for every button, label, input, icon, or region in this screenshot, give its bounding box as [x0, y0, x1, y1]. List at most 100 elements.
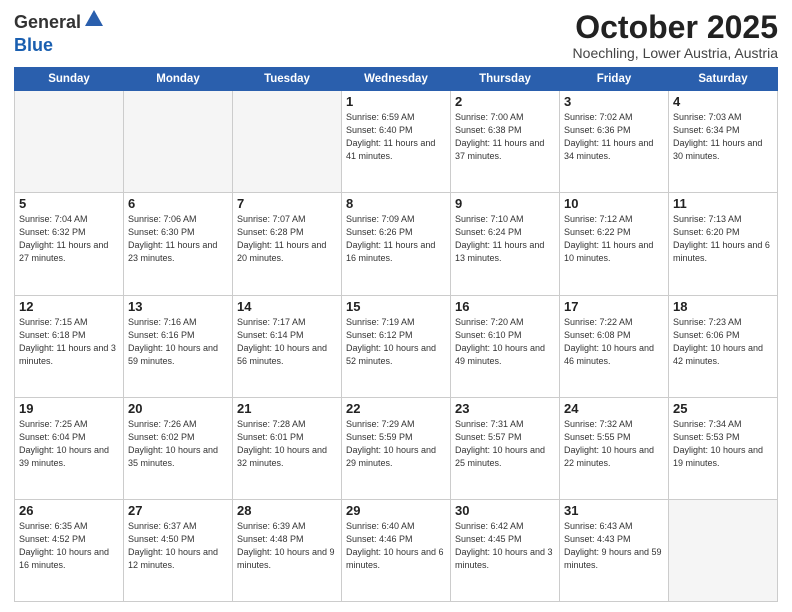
calendar-cell: 3Sunrise: 7:02 AMSunset: 6:36 PMDaylight…: [560, 91, 669, 193]
day-detail: Sunrise: 7:15 AMSunset: 6:18 PMDaylight:…: [19, 316, 119, 368]
day-number: 6: [128, 196, 228, 211]
day-number: 16: [455, 299, 555, 314]
day-detail: Sunrise: 7:23 AMSunset: 6:06 PMDaylight:…: [673, 316, 773, 368]
calendar-cell: 8 Sunrise: 7:09 AMSunset: 6:26 PMDaylight…: [342, 193, 451, 295]
day-number: 11: [673, 196, 773, 211]
logo-blue-text: Blue: [14, 35, 53, 56]
calendar-cell: 13 Sunrise: 7:16 AMSunset: 6:16 PMDayligh…: [124, 295, 233, 397]
day-number: 19: [19, 401, 119, 416]
day-detail: Sunrise: 7:20 AMSunset: 6:10 PMDaylight:…: [455, 316, 555, 368]
calendar-cell: 9Sunrise: 7:10 AMSunset: 6:24 PMDaylight…: [451, 193, 560, 295]
day-detail: Sunrise: 7:34 AMSunset: 5:53 PMDaylight:…: [673, 418, 773, 470]
day-number: 31: [564, 503, 664, 518]
calendar-cell: 23Sunrise: 7:31 AMSunset: 5:57 PMDayligh…: [451, 397, 560, 499]
day-number: 24: [564, 401, 664, 416]
calendar-cell: 18 Sunrise: 7:23 AMSunset: 6:06 PMDayligh…: [669, 295, 778, 397]
day-detail: Sunrise: 7:09 AMSunset: 6:26 PMDaylight:…: [346, 213, 446, 265]
day-detail: Sunrise: 7:04 AMSunset: 6:32 PMDaylight:…: [19, 213, 119, 265]
calendar-cell: 4 Sunrise: 7:03 AMSunset: 6:34 PMDaylight…: [669, 91, 778, 193]
calendar-cell: 10Sunrise: 7:12 AMSunset: 6:22 PMDayligh…: [560, 193, 669, 295]
weekday-header-wednesday: Wednesday: [342, 68, 451, 91]
day-detail: Sunrise: 6:39 AMSunset: 4:48 PMDaylight:…: [237, 520, 337, 572]
calendar-cell: 28 Sunrise: 6:39 AMSunset: 4:48 PMDayligh…: [233, 499, 342, 601]
day-number: 4: [673, 94, 773, 109]
weekday-header-thursday: Thursday: [451, 68, 560, 91]
day-detail: Sunrise: 7:28 AMSunset: 6:01 PMDaylight:…: [237, 418, 337, 470]
day-detail: Sunrise: 7:29 AMSunset: 5:59 PMDaylight:…: [346, 418, 446, 470]
calendar-cell: 25 Sunrise: 7:34 AMSunset: 5:53 PMDayligh…: [669, 397, 778, 499]
logo-general-text: General: [14, 12, 81, 33]
day-number: 21: [237, 401, 337, 416]
day-number: 12: [19, 299, 119, 314]
calendar-cell: 12 Sunrise: 7:15 AMSunset: 6:18 PMDayligh…: [15, 295, 124, 397]
day-number: 7: [237, 196, 337, 211]
page: General Blue October 2025 Noechling, Low…: [0, 0, 792, 612]
location: Noechling, Lower Austria, Austria: [573, 45, 778, 61]
calendar-cell: 15 Sunrise: 7:19 AMSunset: 6:12 PMDayligh…: [342, 295, 451, 397]
day-number: 20: [128, 401, 228, 416]
day-detail: Sunrise: 7:17 AMSunset: 6:14 PMDaylight:…: [237, 316, 337, 368]
day-detail: Sunrise: 7:00 AMSunset: 6:38 PMDaylight:…: [455, 111, 555, 163]
day-number: 15: [346, 299, 446, 314]
day-number: 3: [564, 94, 664, 109]
day-number: 26: [19, 503, 119, 518]
calendar-cell: 26 Sunrise: 6:35 AMSunset: 4:52 PMDayligh…: [15, 499, 124, 601]
calendar-cell: 27 Sunrise: 6:37 AMSunset: 4:50 PMDayligh…: [124, 499, 233, 601]
day-number: 17: [564, 299, 664, 314]
calendar-week-3: 12 Sunrise: 7:15 AMSunset: 6:18 PMDayligh…: [15, 295, 778, 397]
day-number: 28: [237, 503, 337, 518]
month-title: October 2025: [573, 10, 778, 45]
day-detail: Sunrise: 7:25 AMSunset: 6:04 PMDaylight:…: [19, 418, 119, 470]
calendar-cell: 19 Sunrise: 7:25 AMSunset: 6:04 PMDayligh…: [15, 397, 124, 499]
calendar-cell: 31 Sunrise: 6:43 AMSunset: 4:43 PMDayligh…: [560, 499, 669, 601]
calendar-cell: 7Sunrise: 7:07 AMSunset: 6:28 PMDaylight…: [233, 193, 342, 295]
weekday-header-sunday: Sunday: [15, 68, 124, 91]
day-detail: Sunrise: 7:22 AMSunset: 6:08 PMDaylight:…: [564, 316, 664, 368]
calendar-week-4: 19 Sunrise: 7:25 AMSunset: 6:04 PMDayligh…: [15, 397, 778, 499]
calendar-table: SundayMondayTuesdayWednesdayThursdayFrid…: [14, 67, 778, 602]
day-number: 22: [346, 401, 446, 416]
weekday-header-friday: Friday: [560, 68, 669, 91]
day-number: 14: [237, 299, 337, 314]
calendar-cell: [233, 91, 342, 193]
weekday-header-saturday: Saturday: [669, 68, 778, 91]
day-number: 1: [346, 94, 446, 109]
calendar-cell: 22 Sunrise: 7:29 AMSunset: 5:59 PMDayligh…: [342, 397, 451, 499]
day-number: 18: [673, 299, 773, 314]
calendar-cell: 1 Sunrise: 6:59 AMSunset: 6:40 PMDaylight…: [342, 91, 451, 193]
day-number: 10: [564, 196, 664, 211]
day-detail: Sunrise: 7:13 AMSunset: 6:20 PMDaylight:…: [673, 213, 773, 265]
day-detail: Sunrise: 6:40 AMSunset: 4:46 PMDaylight:…: [346, 520, 446, 572]
calendar-week-2: 5Sunrise: 7:04 AMSunset: 6:32 PMDaylight…: [15, 193, 778, 295]
day-number: 13: [128, 299, 228, 314]
day-detail: Sunrise: 7:16 AMSunset: 6:16 PMDaylight:…: [128, 316, 228, 368]
weekday-header-monday: Monday: [124, 68, 233, 91]
weekday-header-tuesday: Tuesday: [233, 68, 342, 91]
day-number: 23: [455, 401, 555, 416]
calendar-cell: 20Sunrise: 7:26 AMSunset: 6:02 PMDayligh…: [124, 397, 233, 499]
header: General Blue October 2025 Noechling, Low…: [14, 10, 778, 61]
calendar-cell: 17 Sunrise: 7:22 AMSunset: 6:08 PMDayligh…: [560, 295, 669, 397]
calendar-cell: [15, 91, 124, 193]
day-number: 25: [673, 401, 773, 416]
logo-icon: [83, 8, 105, 35]
day-number: 29: [346, 503, 446, 518]
day-detail: Sunrise: 7:19 AMSunset: 6:12 PMDaylight:…: [346, 316, 446, 368]
day-detail: Sunrise: 6:35 AMSunset: 4:52 PMDaylight:…: [19, 520, 119, 572]
day-detail: Sunrise: 6:43 AMSunset: 4:43 PMDaylight:…: [564, 520, 664, 572]
day-detail: Sunrise: 7:10 AMSunset: 6:24 PMDaylight:…: [455, 213, 555, 265]
calendar-cell: 16 Sunrise: 7:20 AMSunset: 6:10 PMDayligh…: [451, 295, 560, 397]
day-detail: Sunrise: 6:37 AMSunset: 4:50 PMDaylight:…: [128, 520, 228, 572]
calendar-cell: 21 Sunrise: 7:28 AMSunset: 6:01 PMDayligh…: [233, 397, 342, 499]
calendar-cell: 30Sunrise: 6:42 AMSunset: 4:45 PMDayligh…: [451, 499, 560, 601]
day-detail: Sunrise: 7:06 AMSunset: 6:30 PMDaylight:…: [128, 213, 228, 265]
title-block: October 2025 Noechling, Lower Austria, A…: [573, 10, 778, 61]
day-number: 27: [128, 503, 228, 518]
day-detail: Sunrise: 6:59 AMSunset: 6:40 PMDaylight:…: [346, 111, 446, 163]
day-number: 2: [455, 94, 555, 109]
day-detail: Sunrise: 7:03 AMSunset: 6:34 PMDaylight:…: [673, 111, 773, 163]
day-number: 8: [346, 196, 446, 211]
calendar-cell: 24Sunrise: 7:32 AMSunset: 5:55 PMDayligh…: [560, 397, 669, 499]
calendar-cell: 6 Sunrise: 7:06 AMSunset: 6:30 PMDaylight…: [124, 193, 233, 295]
calendar-week-5: 26 Sunrise: 6:35 AMSunset: 4:52 PMDayligh…: [15, 499, 778, 601]
